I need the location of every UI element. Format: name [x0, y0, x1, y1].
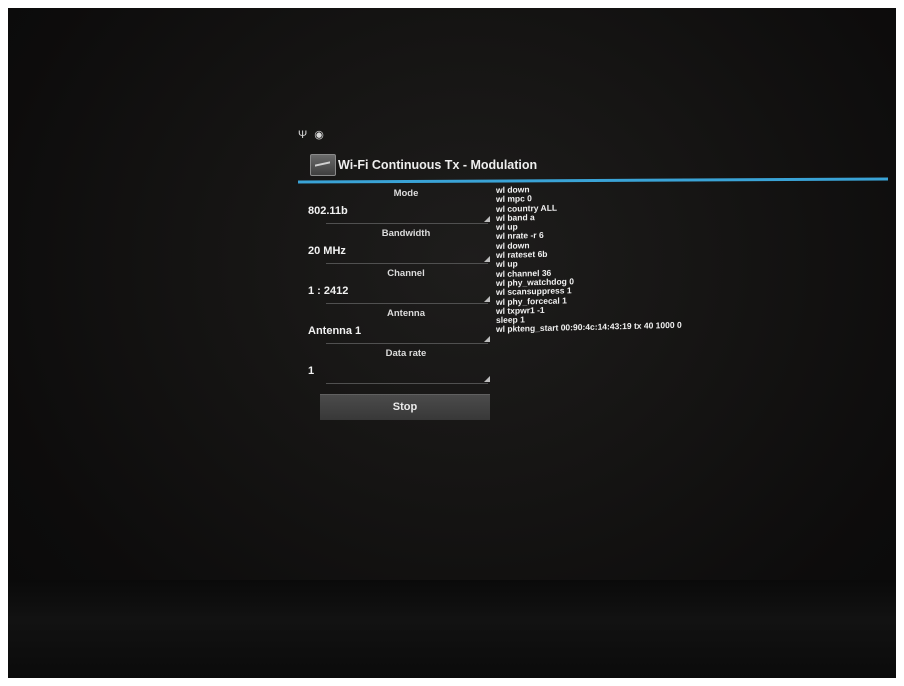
app-icon[interactable]	[310, 154, 336, 176]
antenna-value: Antenna 1	[308, 325, 362, 337]
stop-button[interactable]: Stop	[320, 394, 490, 420]
action-bar: Wi-Fi Continuous Tx - Modulation	[302, 152, 888, 178]
mode-spinner[interactable]: Mode 802.11b	[306, 186, 496, 226]
antenna-spinner[interactable]: Antenna Antenna 1	[306, 306, 496, 346]
monitor-bezel	[8, 580, 896, 678]
spinner-arrow-icon	[484, 216, 490, 222]
spinner-underline	[326, 383, 488, 384]
spinner-arrow-icon	[484, 376, 490, 382]
spinner-arrow-icon	[484, 256, 490, 262]
spinner-underline	[326, 223, 488, 224]
antenna-label: Antenna	[387, 308, 425, 319]
command-log: wl down wl mpc 0 wl country ALL wl band …	[496, 181, 736, 335]
channel-value: 1 : 2412	[308, 285, 349, 297]
bandwidth-label: Bandwidth	[381, 228, 431, 239]
spinner-arrow-icon	[484, 336, 490, 342]
debug-icon: ◉	[314, 129, 324, 141]
channel-label: Channel	[387, 268, 425, 279]
data-rate-label: Data rate	[385, 348, 427, 359]
spinner-underline	[326, 343, 488, 344]
data-rate-value: 1	[308, 365, 315, 377]
mode-label: Mode	[393, 188, 419, 199]
data-rate-spinner[interactable]: Data rate 1	[306, 346, 496, 386]
bandwidth-value: 20 MHz	[308, 245, 346, 257]
app-title: Wi-Fi Continuous Tx - Modulation	[338, 158, 538, 172]
settings-panel: Mode 802.11b Bandwidth 20 MHz Channel 1 …	[306, 186, 496, 386]
usb-icon: Ψ	[298, 129, 308, 141]
bandwidth-spinner[interactable]: Bandwidth 20 MHz	[306, 226, 496, 266]
spinner-underline	[326, 263, 488, 264]
spinner-underline	[326, 303, 488, 304]
channel-spinner[interactable]: Channel 1 : 2412	[306, 266, 496, 306]
spinner-arrow-icon	[484, 296, 490, 302]
mode-value: 802.11b	[308, 205, 348, 217]
status-bar: Ψ ◉	[298, 128, 328, 141]
